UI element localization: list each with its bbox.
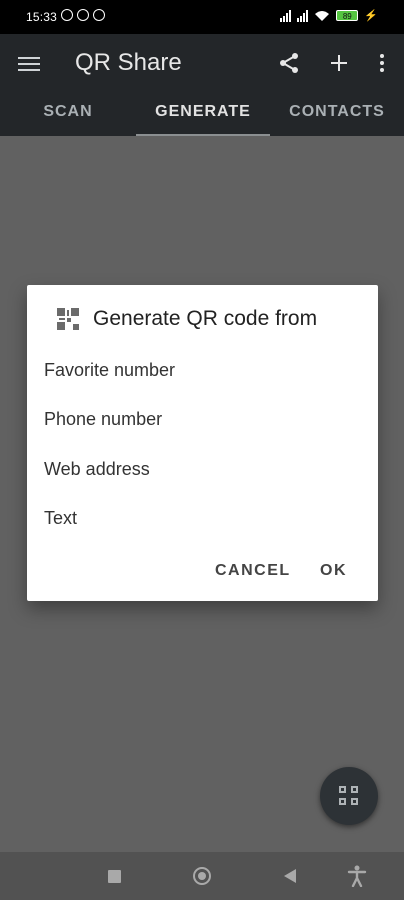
qr-code-icon [57,308,79,330]
status-bar: 15:33 89 ⚡ [0,0,404,34]
tab-scan[interactable]: SCAN [0,92,136,136]
option-favorite-number[interactable]: Favorite number [44,360,175,381]
option-web-address[interactable]: Web address [44,459,150,480]
charging-icon: ⚡ [364,10,378,22]
status-notification-icons [61,9,105,21]
status-time: 15:33 [26,10,58,24]
battery-icon: 89 [336,10,359,21]
option-text[interactable]: Text [44,508,77,529]
generate-qr-fab[interactable] [320,767,378,825]
system-nav-bar [0,852,404,900]
triangle-left-icon[interactable] [280,866,300,886]
circle-icon[interactable] [192,866,212,886]
qr-code-icon [339,786,359,806]
plus-icon[interactable] [326,50,352,76]
hamburger-icon[interactable] [18,53,40,73]
option-phone-number[interactable]: Phone number [44,409,162,430]
signal-icon [297,9,309,22]
status-right-icons: 89 ⚡ [280,9,378,22]
app-title: QR Share [75,49,182,76]
cancel-button[interactable]: CANCEL [215,562,291,580]
dialog-title: Generate QR code from [57,307,317,331]
share-icon[interactable] [276,50,302,76]
app-notification-icon [93,9,105,21]
more-vert-icon[interactable] [369,50,395,76]
square-icon[interactable] [104,866,124,886]
app-notification-icon [77,9,89,21]
tab-generate[interactable]: GENERATE [136,92,270,136]
tab-contacts[interactable]: CONTACTS [270,92,404,136]
accessibility-icon[interactable] [347,865,367,887]
ok-button[interactable]: OK [320,562,347,580]
tab-bar: SCAN GENERATE CONTACTS [0,92,404,136]
generate-qr-dialog: Generate QR code from Favorite number Ph… [27,285,378,601]
wifi-icon [315,10,330,21]
alarm-icon [61,9,73,21]
dialog-title-text: Generate QR code from [93,307,318,330]
app-bar: QR Share [0,34,404,92]
signal-icon [280,9,292,22]
